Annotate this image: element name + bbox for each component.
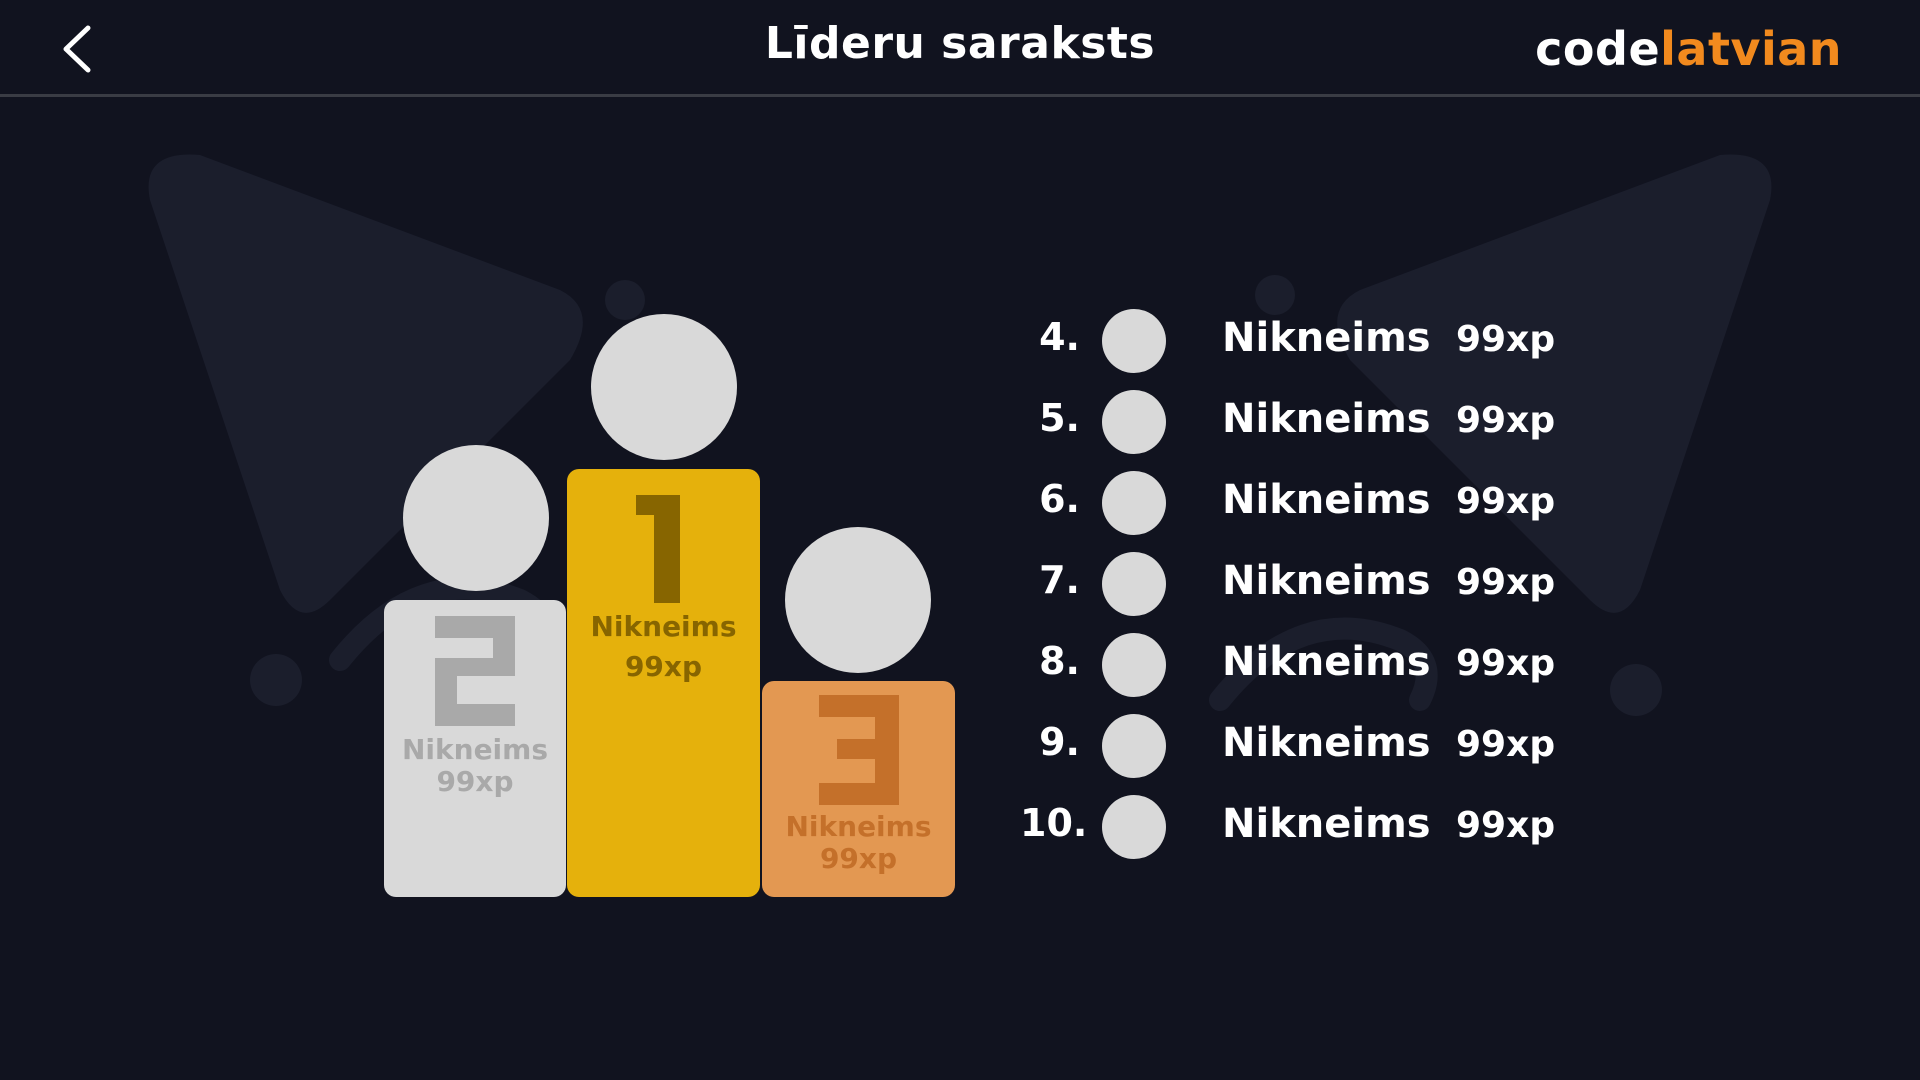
row-xp: 99xp: [1456, 724, 1556, 765]
row-rank: 7.: [1039, 558, 1080, 602]
leaderboard-row[interactable]: 8. Nikneims 99xp: [1020, 629, 1620, 710]
row-avatar: [1102, 471, 1166, 535]
row-xp: 99xp: [1456, 400, 1556, 441]
podium-name-second: Nikneims: [401, 733, 548, 766]
row-rank: 4.: [1039, 315, 1080, 359]
row-xp: 99xp: [1456, 319, 1556, 360]
podium-block-first: 1 Nikneims 99xp: [567, 469, 760, 897]
leaderboard-row[interactable]: 6. Nikneims 99xp: [1020, 467, 1620, 548]
podium-block-second: 2 Nikneims 99xp: [384, 600, 566, 897]
rank-number-3-text: 3: [859, 805, 860, 806]
row-name: Nikneims: [1222, 639, 1431, 685]
logo-text-latvian: latvian: [1660, 22, 1842, 76]
leaderboard-row[interactable]: 10. Nikneims 99xp: [1020, 791, 1620, 872]
rank-number-2-glyph: [435, 616, 515, 726]
row-name: Nikneims: [1222, 477, 1431, 523]
leaderboard-row[interactable]: 4. Nikneims 99xp: [1020, 305, 1620, 386]
podium-avatar-first[interactable]: [591, 314, 737, 460]
leaderboard-row[interactable]: 7. Nikneims 99xp: [1020, 548, 1620, 629]
rank-number-2-text: 2: [475, 726, 476, 727]
rank-number-3-glyph: [818, 695, 899, 805]
row-xp: 99xp: [1456, 562, 1556, 603]
row-avatar: [1102, 714, 1166, 778]
row-rank: 8.: [1039, 639, 1080, 683]
row-rank: 9.: [1039, 720, 1080, 764]
row-name: Nikneims: [1222, 801, 1431, 847]
row-name: Nikneims: [1222, 396, 1431, 442]
podium-block-third: 3 Nikneims 99xp: [762, 681, 955, 897]
podium-xp-second: 99xp: [436, 765, 514, 798]
leaderboard-screen: Līderu saraksts codelatvian 2 Nikneims 9…: [0, 0, 1920, 1080]
podium-name-third: Nikneims: [785, 810, 932, 843]
row-rank: 5.: [1039, 396, 1080, 440]
leaderboard-row[interactable]: 5. Nikneims 99xp: [1020, 386, 1620, 467]
podium-avatar-third[interactable]: [785, 527, 931, 673]
row-xp: 99xp: [1456, 643, 1556, 684]
leaderboard-row[interactable]: 9. Nikneims 99xp: [1020, 710, 1620, 791]
row-avatar: [1102, 390, 1166, 454]
podium-xp-third: 99xp: [819, 842, 898, 875]
row-avatar: [1102, 552, 1166, 616]
background-watermark: [148, 154, 1772, 716]
row-xp: 99xp: [1456, 481, 1556, 522]
row-xp: 99xp: [1456, 805, 1556, 846]
row-avatar: [1102, 309, 1166, 373]
rank-number-1-glyph: [635, 495, 680, 603]
codelatvian-logo: codelatvian: [1535, 22, 1842, 76]
podium-avatar-second[interactable]: [403, 445, 549, 591]
row-rank: 6.: [1039, 477, 1080, 521]
podium-xp-first: 99xp: [624, 650, 703, 683]
row-rank: 10.: [1020, 801, 1088, 845]
row-avatar: [1102, 795, 1166, 859]
podium-name-first: Nikneims: [590, 610, 737, 643]
logo-text-code: code: [1535, 22, 1661, 76]
leaderboard-list: 4. Nikneims 99xp 5. Nikneims 99xp 6. Nik…: [1020, 305, 1620, 872]
row-name: Nikneims: [1222, 315, 1431, 361]
top-bar: Līderu saraksts codelatvian: [0, 0, 1920, 97]
row-name: Nikneims: [1222, 558, 1431, 604]
row-avatar: [1102, 633, 1166, 697]
row-name: Nikneims: [1222, 720, 1431, 766]
rank-number-1-text: 1: [664, 603, 665, 604]
